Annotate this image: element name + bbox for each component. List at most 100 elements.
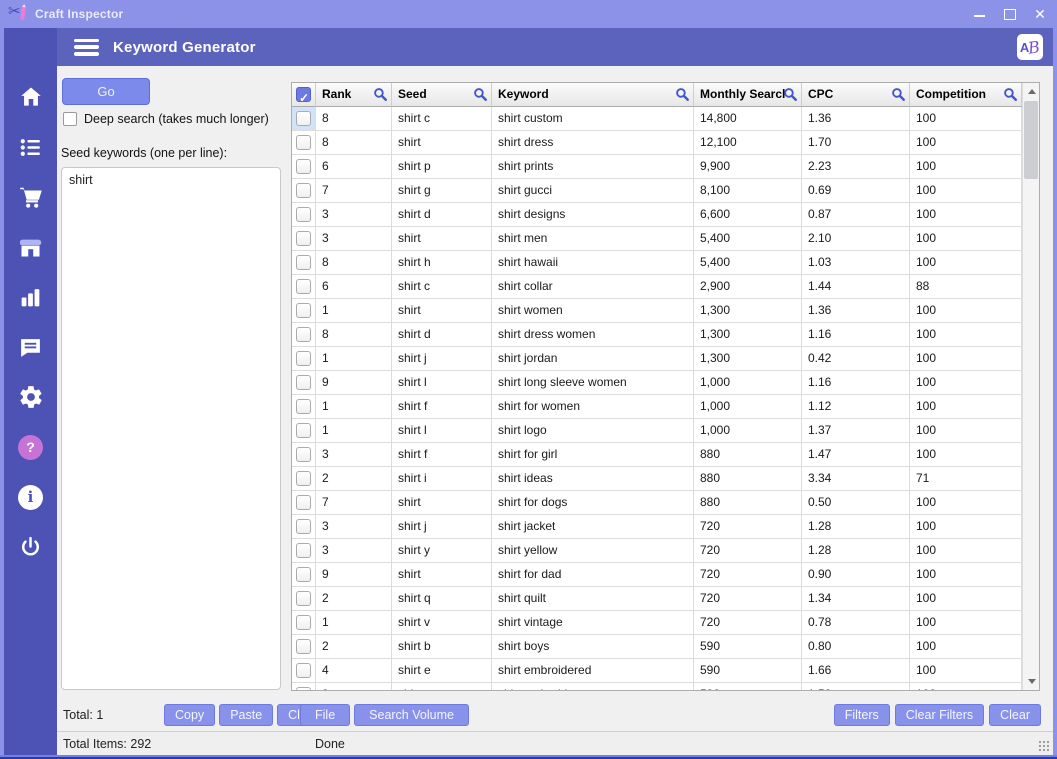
cell-cpc: 1.28 [802,539,910,563]
row-checkbox[interactable] [296,231,311,246]
row-checkbox[interactable] [296,567,311,582]
row-checkbox[interactable] [296,255,311,270]
sidebar-item-messages[interactable] [4,322,57,372]
row-checkbox[interactable] [296,519,311,534]
row-checkbox[interactable] [296,615,311,630]
sidebar-item-exit[interactable] [4,522,57,572]
table-row[interactable]: 4shirt eshirt embroidered5901.66100 [292,659,1022,683]
table-row[interactable]: 3shirt eshirt embroidery5901.52100 [292,683,1022,691]
scroll-down-arrow[interactable] [1023,673,1040,690]
sidebar-item-info[interactable]: i [4,472,57,522]
row-checkbox[interactable] [296,687,311,691]
table-row[interactable]: 7shirtshirt for dogs8800.50100 [292,491,1022,515]
table-row[interactable]: 1shirt vshirt vintage7200.78100 [292,611,1022,635]
table-row[interactable]: 1shirt lshirt logo1,0001.37100 [292,419,1022,443]
column-header-cpc[interactable]: CPC [802,83,910,107]
column-header-seed[interactable]: Seed [392,83,492,107]
row-checkbox[interactable] [296,351,311,366]
file-button[interactable]: File [300,704,350,726]
table-row[interactable]: 1shirt jshirt jordan1,3000.42100 [292,347,1022,371]
sidebar-item-cart[interactable] [4,172,57,222]
close-button[interactable]: ✕ [1033,7,1047,21]
row-checkbox[interactable] [296,399,311,414]
seed-keywords-input[interactable]: shirt [61,167,281,690]
copy-button[interactable]: Copy [164,704,215,726]
sidebar-item-help[interactable]: ? [4,422,57,472]
menu-icon[interactable] [74,39,99,56]
row-checkbox[interactable] [296,495,311,510]
table-row[interactable]: 1shirt fshirt for women1,0001.12100 [292,395,1022,419]
row-checkbox[interactable] [296,591,311,606]
row-checkbox[interactable] [296,303,311,318]
paste-button[interactable]: Paste [219,704,273,726]
sidebar-item-home[interactable] [4,72,57,122]
row-checkbox[interactable] [296,183,311,198]
table-row[interactable]: 8shirt dshirt dress women1,3001.16100 [292,323,1022,347]
row-checkbox[interactable] [296,135,311,150]
row-checkbox[interactable] [296,423,311,438]
table-row[interactable]: 3shirt yshirt yellow7201.28100 [292,539,1022,563]
sidebar-item-analytics[interactable] [4,272,57,322]
resize-grip[interactable] [1038,740,1049,751]
search-icon[interactable] [373,87,388,102]
search-icon[interactable] [783,87,798,102]
clear-results-button[interactable]: Clear [989,704,1041,726]
select-all-checkbox[interactable] [296,87,311,102]
row-checkbox[interactable] [296,663,311,678]
cell-monthly: 9,900 [694,155,802,179]
table-row[interactable]: 2shirt ishirt ideas8803.3471 [292,467,1022,491]
clear-filters-button[interactable]: Clear Filters [895,704,984,726]
row-checkbox[interactable] [296,639,311,654]
row-checkbox[interactable] [296,327,311,342]
search-icon[interactable] [1003,87,1018,102]
cell-cpc: 1.66 [802,659,910,683]
table-row[interactable]: 3shirt dshirt designs6,6000.87100 [292,203,1022,227]
table-row[interactable]: 3shirtshirt men5,4002.10100 [292,227,1022,251]
table-row[interactable]: 6shirt cshirt collar2,9001.4488 [292,275,1022,299]
table-row[interactable]: 8shirt hshirt hawaii5,4001.03100 [292,251,1022,275]
column-header-competition[interactable]: Competition [910,83,1022,107]
search-icon[interactable] [891,87,906,102]
scroll-up-arrow[interactable] [1023,83,1040,100]
table-row[interactable]: 8shirtshirt dress12,1001.70100 [292,131,1022,155]
table-row[interactable]: 9shirtshirt for dad7200.90100 [292,563,1022,587]
table-row[interactable]: 6shirt pshirt prints9,9002.23100 [292,155,1022,179]
table-row[interactable]: 2shirt bshirt boys5900.80100 [292,635,1022,659]
sidebar-item-settings[interactable] [4,372,57,422]
column-header-monthly-searcl[interactable]: Monthly Searcl [694,83,802,107]
cell-keyword: shirt for dogs [492,491,694,515]
deep-search-label: Deep search (takes much longer) [84,112,269,126]
row-checkbox[interactable] [296,375,311,390]
sidebar-item-list[interactable] [4,122,57,172]
column-header-rank[interactable]: Rank [316,83,392,107]
table-row[interactable]: 9shirt lshirt long sleeve women1,0001.16… [292,371,1022,395]
column-header-keyword[interactable]: Keyword [492,83,694,107]
search-icon[interactable] [675,87,690,102]
sidebar-item-store[interactable] [4,222,57,272]
row-checkbox[interactable] [296,111,311,126]
row-checkbox[interactable] [296,279,311,294]
row-checkbox[interactable] [296,207,311,222]
table-row[interactable]: 3shirt fshirt for girl8801.47100 [292,443,1022,467]
deep-search-checkbox[interactable] [63,112,77,126]
spellcheck-icon[interactable]: A B [1017,34,1043,60]
table-row[interactable]: 7shirt gshirt gucci8,1000.69100 [292,179,1022,203]
minimize-button[interactable] [973,7,987,21]
row-checkbox[interactable] [296,159,311,174]
search-volume-button[interactable]: Search Volume [354,704,469,726]
table-row[interactable]: 2shirt qshirt quilt7201.34100 [292,587,1022,611]
go-button[interactable]: Go [62,78,150,105]
search-icon[interactable] [473,87,488,102]
row-checkbox[interactable] [296,471,311,486]
row-checkbox[interactable] [296,543,311,558]
table-row[interactable]: 1shirtshirt women1,3001.36100 [292,299,1022,323]
scrollbar-thumb[interactable] [1024,101,1038,179]
maximize-button[interactable] [1003,7,1017,21]
row-checkbox[interactable] [296,447,311,462]
table-row[interactable]: 8shirt cshirt custom14,8001.36100 [292,107,1022,131]
table-row[interactable]: 3shirt jshirt jacket7201.28100 [292,515,1022,539]
cell-seed: shirt y [392,539,492,563]
vertical-scrollbar[interactable] [1022,83,1039,690]
row-checkbox-cell [292,491,316,515]
filters-button[interactable]: Filters [834,704,890,726]
